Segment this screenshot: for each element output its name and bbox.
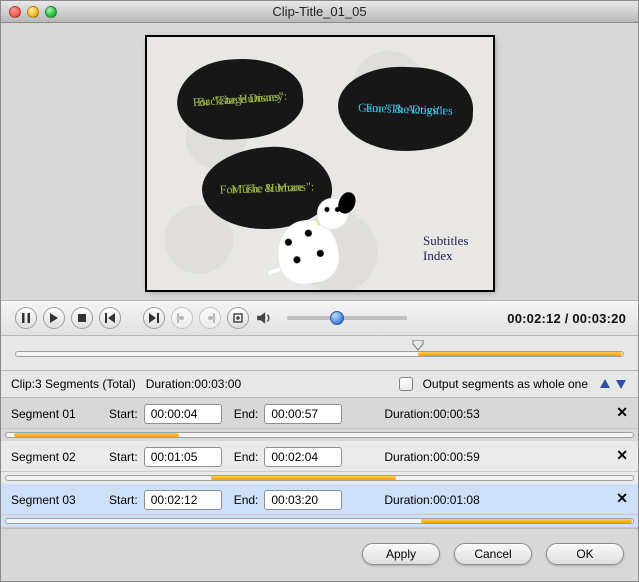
- menu-blob-humans-backstage: For "The Humans":Backstage Disney: [174, 55, 305, 144]
- playback-controls: 00:02:12 / 00:03:20: [1, 300, 638, 336]
- clip-info-row: Clip:3 Segments (Total) Duration:00:03:0…: [1, 371, 638, 398]
- segment-mini-timeline[interactable]: [1, 429, 638, 441]
- end-input[interactable]: [264, 404, 342, 424]
- prev-frame-button[interactable]: [99, 307, 121, 329]
- start-label: Start:: [109, 493, 138, 507]
- preview-area: For "The Humans":Backstage Disney For "T…: [1, 23, 638, 300]
- segment-mini-timeline[interactable]: [1, 472, 638, 484]
- clip-duration-label: Duration:00:03:00: [146, 377, 241, 391]
- playhead-marker-icon[interactable]: [411, 340, 425, 351]
- end-label: End:: [234, 407, 259, 421]
- segment-duration: Duration:00:01:08: [384, 493, 479, 507]
- segment-name: Segment 02: [11, 450, 97, 464]
- cancel-button[interactable]: Cancel: [454, 543, 532, 565]
- footer-buttons: Apply Cancel OK: [1, 528, 638, 581]
- start-label: Start:: [109, 407, 138, 421]
- stop-button[interactable]: [71, 307, 93, 329]
- pause-button[interactable]: [15, 307, 37, 329]
- menu-blob-humans-music: For "The Humans":Music & More: [200, 145, 333, 231]
- menu-blob-dogs-games: For "The Dogs":Games & Activities: [336, 65, 474, 154]
- segment-row[interactable]: Segment 02 Start: End: Duration:00:00:59…: [1, 441, 638, 472]
- time-readout: 00:02:12 / 00:03:20: [507, 311, 626, 326]
- segment-mini-timeline[interactable]: [1, 515, 638, 528]
- segment-name: Segment 01: [11, 407, 97, 421]
- titlebar: Clip-Title_01_05: [1, 1, 638, 23]
- delete-segment-icon[interactable]: ✕: [616, 447, 628, 464]
- start-input[interactable]: [144, 490, 222, 510]
- ok-button[interactable]: OK: [546, 543, 624, 565]
- segment-row[interactable]: Segment 03 Start: End: Duration:00:01:08…: [1, 484, 638, 515]
- end-input[interactable]: [264, 447, 342, 467]
- segments-list: Segment 01 Start: End: Duration:00:00:53…: [1, 398, 638, 528]
- master-range-fill: [418, 352, 622, 356]
- next-frame-button[interactable]: [143, 307, 165, 329]
- end-input[interactable]: [264, 490, 342, 510]
- volume-knob[interactable]: [330, 311, 344, 325]
- start-label: Start:: [109, 450, 138, 464]
- start-input[interactable]: [144, 447, 222, 467]
- clip-segments-label: Clip:3 Segments (Total): [11, 377, 136, 391]
- speaker-icon: [255, 309, 273, 327]
- menu-subtitles-index: Subtitles Index: [423, 234, 469, 264]
- move-down-icon[interactable]: [614, 377, 628, 391]
- video-preview: For "The Humans":Backstage Disney For "T…: [147, 37, 493, 290]
- segment-duration: Duration:00:00:53: [384, 407, 479, 421]
- dalmatian-graphic: [277, 220, 339, 284]
- add-segment-button[interactable]: [227, 307, 249, 329]
- apply-button[interactable]: Apply: [362, 543, 440, 565]
- start-input[interactable]: [144, 404, 222, 424]
- window-close-icon[interactable]: [9, 6, 21, 18]
- window-minimize-icon[interactable]: [27, 6, 39, 18]
- master-timeline[interactable]: [1, 336, 638, 371]
- end-label: End:: [234, 450, 259, 464]
- delete-segment-icon[interactable]: ✕: [616, 404, 628, 421]
- volume-slider[interactable]: [287, 316, 407, 320]
- segment-row[interactable]: Segment 01 Start: End: Duration:00:00:53…: [1, 398, 638, 429]
- mark-in-button[interactable]: [171, 307, 193, 329]
- end-label: End:: [234, 493, 259, 507]
- mark-out-button[interactable]: [199, 307, 221, 329]
- output-whole-checkbox[interactable]: [399, 377, 413, 391]
- segment-name: Segment 03: [11, 493, 97, 507]
- play-button[interactable]: [43, 307, 65, 329]
- output-whole-label: Output segments as whole one: [423, 377, 588, 391]
- move-up-icon[interactable]: [598, 377, 612, 391]
- delete-segment-icon[interactable]: ✕: [616, 490, 628, 507]
- window: Clip-Title_01_05 For "The Humans":Backst…: [0, 0, 639, 582]
- window-title: Clip-Title_01_05: [9, 4, 630, 19]
- segment-duration: Duration:00:00:59: [384, 450, 479, 464]
- window-zoom-icon[interactable]: [45, 6, 57, 18]
